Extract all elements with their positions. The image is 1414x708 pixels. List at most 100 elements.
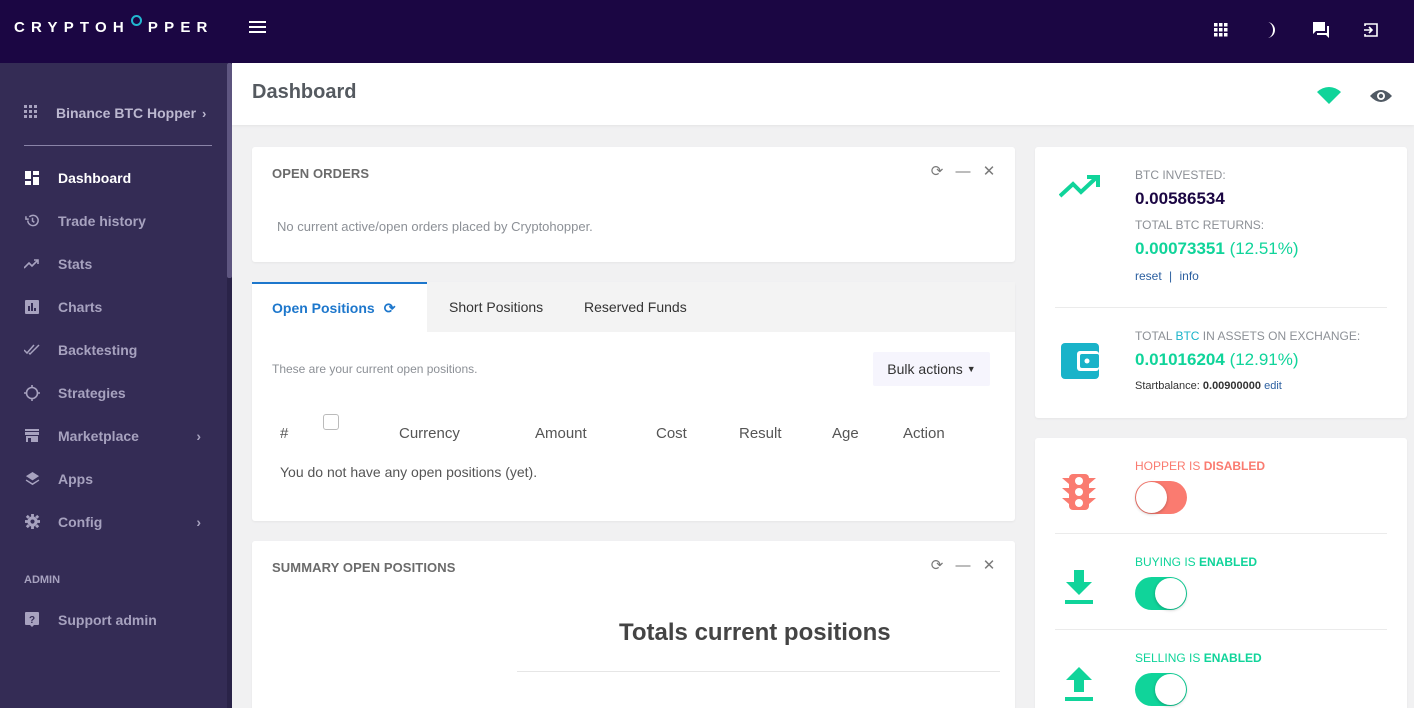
btc-assets-label: TOTAL BTC IN ASSETS ON EXCHANGE:: [1135, 329, 1360, 343]
buying-status-prefix: BUYING IS: [1135, 555, 1200, 569]
refresh-icon[interactable]: ⟳: [929, 556, 945, 574]
minimize-icon[interactable]: —: [955, 163, 971, 180]
chevron-right-icon: ›: [202, 105, 207, 121]
moon-icon[interactable]: [1246, 18, 1296, 42]
sidebar-item-support-admin[interactable]: ? Support admin: [0, 598, 227, 641]
selling-status-label: SELLING IS ENABLED: [1135, 651, 1262, 665]
chevron-right-icon: ›: [196, 427, 201, 444]
selling-toggle[interactable]: [1135, 673, 1187, 706]
logo-text-start: CRYPTOH: [14, 19, 130, 36]
startbalance: Startbalance: 0.00900000 edit: [1135, 380, 1282, 392]
chat-icon[interactable]: [1296, 18, 1346, 42]
sidebar-item-dashboard[interactable]: Dashboard: [0, 156, 227, 199]
column-header-cost[interactable]: Cost: [656, 425, 687, 442]
wallet-icon: [1061, 343, 1099, 384]
tab-open-positions[interactable]: Open Positions ⟳: [252, 282, 427, 332]
tab-reserved-funds[interactable]: Reserved Funds: [584, 282, 687, 332]
positions-empty-text: You do not have any open positions (yet)…: [280, 464, 538, 480]
help-icon: ?: [24, 612, 40, 628]
refresh-icon[interactable]: ⟳: [384, 300, 396, 317]
column-header-number: #: [280, 425, 289, 442]
hopper-controls-panel: HOPPER IS DISABLED BUYING IS ENABLED SEL…: [1035, 438, 1407, 708]
buying-status-label: BUYING IS ENABLED: [1135, 555, 1257, 569]
positions-panel: Open Positions ⟳ Short Positions Reserve…: [252, 282, 1015, 521]
stats-panel: BTC INVESTED: 0.00586534 TOTAL BTC RETUR…: [1035, 147, 1407, 418]
summary-divider: [517, 671, 1000, 672]
sidebar-item-label: Marketplace: [58, 427, 139, 444]
apps-grid-icon: [24, 105, 37, 121]
close-icon[interactable]: ✕: [981, 162, 997, 180]
hopper-toggle[interactable]: [1135, 481, 1187, 514]
crosshair-icon: [24, 384, 40, 401]
upload-arrow-icon: [1064, 667, 1094, 706]
positions-tabs: Open Positions ⟳ Short Positions Reserve…: [252, 282, 1015, 332]
sidebar-divider: [24, 145, 212, 146]
buying-toggle[interactable]: [1135, 577, 1187, 610]
summary-heading: Totals current positions: [619, 619, 891, 646]
reset-link[interactable]: reset: [1135, 269, 1162, 283]
trending-up-icon: [1058, 174, 1101, 203]
open-orders-panel: OPEN ORDERS ⟳ — ✕ No current active/open…: [252, 147, 1015, 262]
sidebar-item-label: Charts: [58, 298, 103, 315]
caret-down-icon: ▼: [966, 364, 976, 374]
select-all-checkbox[interactable]: [323, 414, 339, 430]
close-icon[interactable]: ✕: [981, 556, 997, 574]
btc-assets-percent: (12.91%): [1229, 350, 1299, 369]
stats-divider: [1055, 307, 1387, 308]
btc-assets-value: 0.01016204: [1135, 350, 1225, 369]
edit-startbalance-link[interactable]: edit: [1264, 380, 1282, 392]
sidebar-item-marketplace[interactable]: Marketplace ›: [0, 414, 227, 457]
wifi-signal-icon[interactable]: [1317, 87, 1341, 110]
column-header-age[interactable]: Age: [832, 425, 859, 442]
tab-short-positions[interactable]: Short Positions: [449, 282, 543, 332]
bulk-actions-label: Bulk actions: [887, 361, 963, 377]
info-link[interactable]: info: [1180, 269, 1199, 283]
btc-assets: 0.01016204 (12.91%): [1135, 350, 1299, 370]
btc-invested-value: 0.00586534: [1135, 189, 1225, 208]
bulk-actions-dropdown[interactable]: Bulk actions ▼: [873, 352, 990, 386]
column-header-currency[interactable]: Currency: [399, 425, 460, 442]
logo-o-circle: [130, 15, 142, 26]
selling-status-state: ENABLED: [1203, 651, 1262, 665]
controls-divider: [1055, 533, 1387, 534]
sidebar-item-label: Strategies: [58, 384, 126, 401]
tab-label: Reserved Funds: [584, 299, 687, 315]
apps-grid-icon[interactable]: [1196, 18, 1246, 42]
sidebar-item-label: Backtesting: [58, 341, 138, 358]
minimize-icon[interactable]: —: [955, 557, 971, 574]
positions-description: These are your current open positions.: [272, 362, 478, 376]
sidebar-item-apps[interactable]: Apps: [0, 457, 227, 500]
sidebar-item-strategies[interactable]: Strategies: [0, 371, 227, 414]
startbalance-label: Startbalance:: [1135, 380, 1200, 392]
sidebar-item-charts[interactable]: Charts: [0, 285, 227, 328]
btc-returns-label: TOTAL BTC RETURNS:: [1135, 218, 1265, 232]
logout-icon[interactable]: [1346, 18, 1396, 42]
sidebar-item-label: Support admin: [58, 611, 157, 628]
hopper-selector[interactable]: Binance BTC Hopper ›: [24, 105, 206, 121]
panel-title: SUMMARY OPEN POSITIONS: [272, 560, 456, 575]
logo-text-end: PPER: [147, 19, 214, 36]
sidebar-item-backtesting[interactable]: Backtesting: [0, 328, 227, 371]
tab-label: Open Positions: [272, 300, 375, 316]
column-header-result[interactable]: Result: [739, 425, 782, 442]
eye-icon[interactable]: [1370, 89, 1392, 108]
menu-toggle-icon[interactable]: [249, 21, 266, 35]
sidebar-item-config[interactable]: Config ›: [0, 500, 227, 543]
sidebar-item-stats[interactable]: Stats: [0, 242, 227, 285]
layers-icon: [24, 471, 40, 487]
sidebar: Binance BTC Hopper › Dashboard Trade his…: [0, 63, 232, 708]
sidebar-item-trade-history[interactable]: Trade history: [0, 199, 227, 242]
tab-label: Short Positions: [449, 299, 544, 315]
column-header-amount[interactable]: Amount: [535, 425, 587, 442]
btc-returns: 0.00073351 (12.51%): [1135, 239, 1299, 259]
sidebar-section-admin: ADMIN: [24, 574, 61, 586]
summary-panel: SUMMARY OPEN POSITIONS ⟳ — ✕ Totals curr…: [252, 541, 1015, 708]
sidebar-scrollbar[interactable]: [227, 63, 232, 708]
hopper-status-label: HOPPER IS DISABLED: [1135, 459, 1265, 473]
gear-icon: [24, 514, 40, 530]
cryptohopper-logo[interactable]: CRYPTOH PPER: [14, 15, 214, 36]
sidebar-item-label: Trade history: [58, 212, 146, 229]
refresh-icon[interactable]: ⟳: [929, 162, 945, 180]
assets-label-pre: TOTAL: [1135, 329, 1176, 343]
trending-icon: [24, 256, 40, 272]
